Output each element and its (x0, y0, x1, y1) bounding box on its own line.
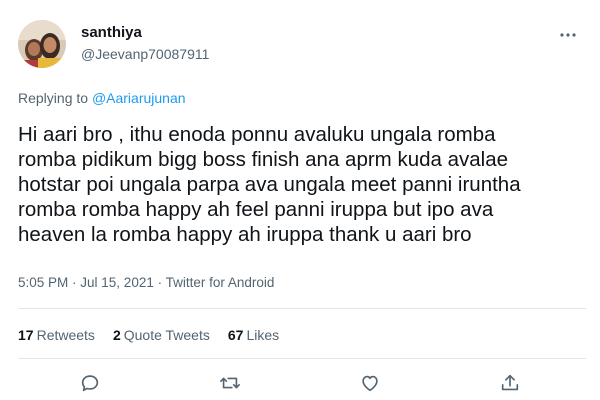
likes-label: Likes (246, 327, 280, 343)
retweets-count: 17 (18, 327, 34, 343)
quote-tweets-label: Quote Tweets (123, 327, 210, 343)
quote-tweets-count: 2 (112, 327, 121, 343)
share-icon[interactable] (499, 372, 521, 394)
tweet-time[interactable]: 5:05 PM (18, 275, 68, 290)
tweet-text-line: romba pidikum bigg boss finish ana aprm … (18, 148, 508, 171)
tweet-source[interactable]: Twitter for Android (166, 275, 275, 290)
meta-separator: · (153, 275, 166, 290)
replying-to: Replying to @Aariarujunan (18, 90, 186, 106)
reply-mention-link[interactable]: @Aariarujunan (92, 90, 186, 106)
retweets-stat[interactable]: 17 Retweets (18, 327, 95, 343)
divider (18, 358, 586, 359)
meta-separator: · (68, 275, 81, 290)
retweets-label: Retweets (36, 327, 95, 343)
divider (18, 308, 586, 309)
avatar[interactable] (18, 20, 66, 68)
display-name[interactable]: santhiya (81, 24, 209, 42)
user-handle[interactable]: @Jeevanp70087911 (81, 44, 209, 64)
tweet-header: santhiya @Jeevanp70087911 (18, 16, 586, 72)
replying-prefix: Replying to (18, 90, 92, 106)
tweet-actions (18, 370, 586, 398)
likes-count: 67 (227, 327, 244, 343)
user-names: santhiya @Jeevanp70087911 (81, 24, 209, 64)
retweet-icon[interactable] (219, 372, 241, 394)
quote-tweets-stat[interactable]: 2 Quote Tweets (113, 327, 210, 343)
reply-icon[interactable] (79, 372, 101, 394)
tweet-stats: 17 Retweets 2 Quote Tweets 67 Likes (18, 327, 297, 343)
tweet-text-line: Hi aari bro , ithu enoda ponnu avaluku u… (18, 123, 496, 146)
tweet-text-line: hotstar poi ungala parpa ava ungala meet… (18, 173, 521, 196)
tweet-date[interactable]: Jul 15, 2021 (80, 275, 154, 290)
tweet-text-line: heaven la romba happy ah iruppa thank u … (18, 223, 472, 246)
likes-stat[interactable]: 67 Likes (228, 327, 279, 343)
more-icon[interactable] (558, 28, 578, 42)
tweet-text-line: romba romba happy ah feel panni iruppa b… (18, 198, 494, 221)
like-icon[interactable] (359, 372, 381, 394)
tweet-text: Hi aari bro , ithu enoda ponnu avaluku u… (18, 122, 588, 247)
tweet-card: santhiya @Jeevanp70087911 Replying to @A… (0, 0, 600, 400)
tweet-meta: 5:05 PM · Jul 15, 2021 · Twitter for And… (18, 275, 274, 290)
